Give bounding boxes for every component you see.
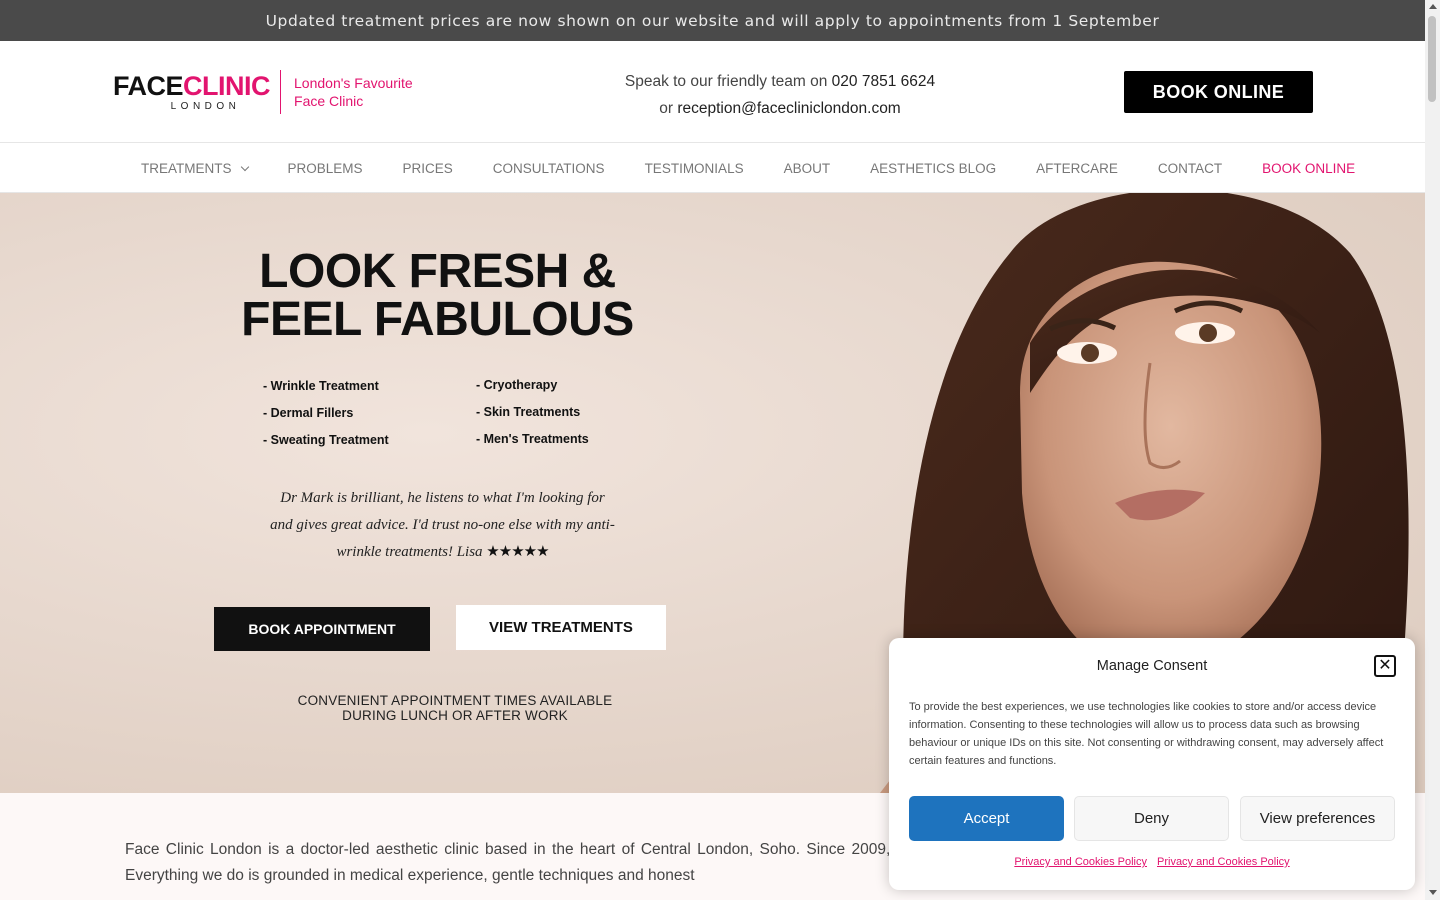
consent-links: Privacy and Cookies Policy Privacy and C… bbox=[889, 856, 1415, 868]
appointment-times-note: CONVENIENT APPOINTMENT TIMES AVAILABLE D… bbox=[297, 693, 613, 723]
nav-item-consultations[interactable]: CONSULTATIONS bbox=[493, 161, 605, 176]
treatment-link[interactable]: - Dermal Fillers bbox=[263, 400, 389, 427]
view-preferences-button[interactable]: View preferences bbox=[1240, 796, 1395, 841]
consent-description: To provide the best experiences, we use … bbox=[909, 701, 1384, 767]
logo-divider bbox=[280, 70, 282, 114]
consent-title: Manage Consent bbox=[1096, 658, 1208, 674]
nav-item-aftercare[interactable]: AFTERCARE bbox=[1036, 161, 1118, 176]
star-rating-icon: ★★★★★ bbox=[486, 544, 549, 560]
scrollbar-thumb[interactable] bbox=[1428, 16, 1436, 102]
nav-item-problems[interactable]: PROBLEMS bbox=[288, 161, 363, 176]
treatment-list-right: - Cryotherapy - Skin Treatments - Men's … bbox=[476, 372, 589, 453]
treatment-link[interactable]: - Men's Treatments bbox=[476, 426, 589, 453]
header-contact: Speak to our friendly team on 020 7851 6… bbox=[560, 68, 1000, 122]
scroll-up-arrow-icon[interactable] bbox=[1429, 4, 1437, 9]
privacy-policy-link[interactable]: Privacy and Cookies Policy bbox=[1157, 856, 1290, 868]
email-line: or reception@facecliniclondon.com bbox=[659, 100, 901, 117]
scroll-down-arrow-icon[interactable] bbox=[1429, 890, 1437, 895]
main-nav: TREATMENTS PROBLEMS PRICES CONSULTATIONS… bbox=[0, 143, 1425, 193]
close-icon[interactable]: ✕ bbox=[1374, 655, 1396, 677]
book-online-button[interactable]: BOOK ONLINE bbox=[1124, 71, 1313, 113]
nav-item-about[interactable]: ABOUT bbox=[784, 161, 831, 176]
page-scrollbar[interactable] bbox=[1425, 0, 1440, 900]
announcement-bar: Updated treatment prices are now shown o… bbox=[0, 0, 1425, 41]
treatment-link[interactable]: - Cryotherapy bbox=[476, 372, 589, 399]
testimonial-quote: Dr Mark is brilliant, he listens to what… bbox=[270, 490, 615, 560]
logo-sub: LONDON bbox=[170, 101, 241, 112]
treatment-link[interactable]: - Wrinkle Treatment bbox=[263, 373, 389, 400]
nav-item-contact[interactable]: CONTACT bbox=[1158, 161, 1222, 176]
book-appointment-button[interactable]: BOOK APPOINTMENT bbox=[214, 607, 430, 651]
hero-headline: LOOK FRESH & FEEL FABULOUS bbox=[241, 245, 634, 346]
privacy-policy-link[interactable]: Privacy and Cookies Policy bbox=[1014, 856, 1147, 868]
deny-button[interactable]: Deny bbox=[1074, 796, 1229, 841]
announcement-text: Updated treatment prices are now shown o… bbox=[265, 11, 1160, 30]
logo-tagline: London's Favourite Face Clinic bbox=[294, 75, 413, 109]
treatment-link[interactable]: - Sweating Treatment bbox=[263, 427, 389, 454]
site-header: FACECLINIC LONDON London's Favourite Fac… bbox=[0, 41, 1425, 143]
nav-item-book-online[interactable]: BOOK ONLINE bbox=[1262, 161, 1355, 176]
treatment-link[interactable]: - Skin Treatments bbox=[476, 399, 589, 426]
chevron-down-icon bbox=[240, 162, 249, 171]
logo-wordmark: FACECLINIC LONDON bbox=[113, 71, 271, 112]
accept-button[interactable]: Accept bbox=[909, 796, 1064, 841]
nav-item-prices[interactable]: PRICES bbox=[403, 161, 453, 176]
phone-line: Speak to our friendly team on 020 7851 6… bbox=[624, 73, 936, 90]
nav-item-aesthetics-blog[interactable]: AESTHETICS BLOG bbox=[870, 161, 996, 176]
nav-item-testimonials[interactable]: TESTIMONIALS bbox=[645, 161, 744, 176]
site-logo[interactable]: FACECLINIC LONDON London's Favourite Fac… bbox=[113, 69, 413, 115]
nav-item-treatments[interactable]: TREATMENTS bbox=[141, 161, 249, 176]
email-link[interactable]: reception@facecliniclondon.com bbox=[677, 100, 900, 117]
phone-link[interactable]: 020 7851 6624 bbox=[832, 73, 935, 90]
view-treatments-button[interactable]: VIEW TREATMENTS bbox=[456, 605, 666, 650]
consent-dialog: Manage Consent ✕ To provide the best exp… bbox=[889, 638, 1415, 890]
treatment-list-left: - Wrinkle Treatment - Dermal Fillers - S… bbox=[263, 373, 389, 454]
logo-clinic: CLINIC bbox=[183, 71, 271, 101]
logo-face: FACE bbox=[113, 71, 184, 101]
